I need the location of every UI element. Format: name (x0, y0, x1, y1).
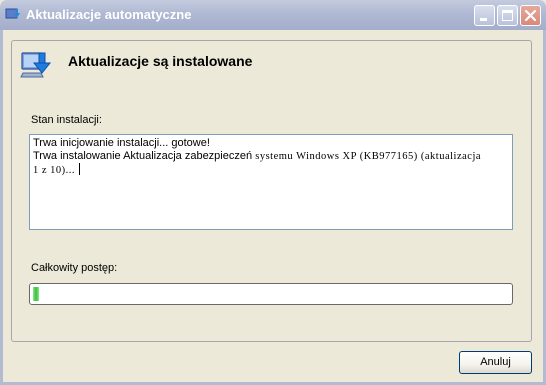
log-line-2-mono: systemu Windows XP (KB977165) (aktualiza… (252, 151, 482, 162)
text-caret (79, 163, 81, 175)
log-line-3: 1 z 10)... (33, 163, 509, 177)
log-line-2-sans: Trwa instalowanie Aktualizacja zabezpiec… (33, 150, 253, 162)
log-line-1: Trwa inicjowanie instalacji... gotowe! (33, 137, 210, 149)
window-title: Aktualizacje automatyczne (26, 7, 192, 22)
installation-log[interactable]: Trwa inicjowanie instalacji... gotowe! T… (29, 134, 513, 230)
page-title: Aktualizacje są instalowane (68, 53, 253, 69)
windows-update-icon (20, 52, 52, 78)
minimize-icon (480, 18, 487, 21)
progress-chunk (33, 287, 39, 301)
log-line-2: Trwa instalowanie Aktualizacja zabezpiec… (33, 150, 509, 163)
overall-progress-bar (29, 283, 513, 305)
overall-progress-label: Całkowity postęp: (31, 262, 118, 274)
maximize-button[interactable] (497, 5, 518, 26)
window-frame-left (0, 30, 3, 385)
update-window: Aktualizacje automatyczne Aktualizacje s… (0, 0, 546, 385)
close-icon (524, 9, 537, 22)
title-bar[interactable]: Aktualizacje automatyczne (0, 0, 546, 30)
windows-update-shield-icon (5, 8, 20, 19)
minimize-button[interactable] (474, 5, 495, 26)
close-button[interactable] (520, 5, 541, 26)
maximize-icon (502, 10, 513, 21)
installation-status-label: Stan instalacji: (31, 114, 102, 126)
log-line-3-text: 1 z 10)... (33, 165, 76, 176)
cancel-button[interactable]: Anuluj (459, 351, 532, 374)
progress-fill (33, 287, 39, 301)
